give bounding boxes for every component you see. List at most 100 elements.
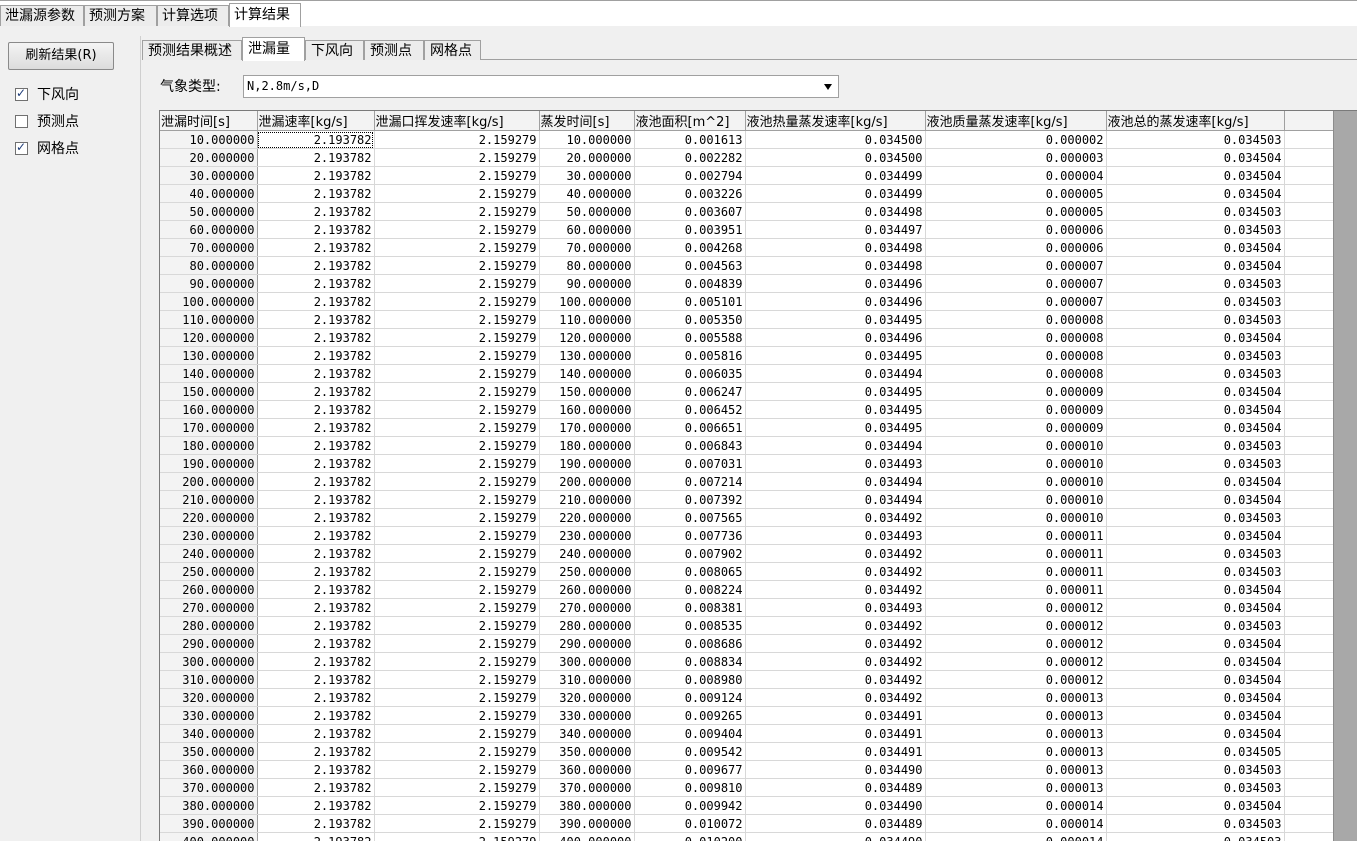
table-cell[interactable]: 0.034492 [745,652,926,671]
table-cell[interactable]: 0.009542 [634,742,746,761]
table-cell[interactable]: 320.000000 [539,688,635,707]
table-row[interactable]: 360.000000 2.193782 2.159279 360.000000 0.00… [160,760,1338,779]
tab-prediction-points[interactable]: 预测点 [364,40,424,60]
table-cell[interactable]: 2.193782 [257,274,375,293]
table-cell[interactable]: 2.159279 [374,814,540,833]
row-header-cell[interactable]: 390.000000 [160,814,258,833]
table-cell[interactable]: 0.034490 [745,832,926,841]
table-cell[interactable]: 0.000014 [925,814,1107,833]
table-cell[interactable]: 0.000011 [925,562,1107,581]
table-cell[interactable]: 0.000013 [925,706,1107,725]
table-cell[interactable]: 0.006035 [634,364,746,383]
table-cell[interactable]: 2.159279 [374,328,540,347]
table-cell[interactable]: 0.002282 [634,148,746,167]
tab-calc-options[interactable]: 计算选项 [157,5,229,26]
table-cell[interactable]: 2.159279 [374,400,540,419]
table-cell[interactable]: 2.193782 [257,364,375,383]
table-row[interactable]: 230.000000 2.193782 2.159279 230.000000 0.00… [160,526,1338,545]
table-cell[interactable]: 0.034503 [1106,202,1285,221]
table-cell[interactable]: 0.000014 [925,796,1107,815]
table-cell[interactable]: 390.000000 [539,814,635,833]
table-cell[interactable]: 2.159279 [374,436,540,455]
table-cell[interactable]: 0.000008 [925,310,1107,329]
row-header-cell[interactable]: 240.000000 [160,544,258,563]
table-cell[interactable]: 0.034503 [1106,436,1285,455]
table-cell[interactable]: 2.193782 [257,184,375,203]
table-cell[interactable]: 90.000000 [539,274,635,293]
row-header-cell[interactable]: 140.000000 [160,364,258,383]
table-cell[interactable]: 0.034496 [745,274,926,293]
table-cell[interactable]: 0.034492 [745,634,926,653]
table-cell[interactable]: 0.000013 [925,688,1107,707]
table-cell[interactable]: 230.000000 [539,526,635,545]
table-cell[interactable]: 0.008065 [634,562,746,581]
table-cell[interactable]: 2.159279 [374,508,540,527]
table-cell[interactable]: 2.159279 [374,562,540,581]
table-cell[interactable]: 0.034495 [745,418,926,437]
grid-point-checkbox-row[interactable]: ✓ 网格点 [15,139,79,157]
table-cell[interactable]: 2.159279 [374,796,540,815]
table-cell[interactable]: 0.034504 [1106,184,1285,203]
table-cell[interactable]: 160.000000 [539,400,635,419]
table-cell[interactable]: 2.159279 [374,166,540,185]
table-cell[interactable]: 0.034496 [745,292,926,311]
table-cell[interactable]: 340.000000 [539,724,635,743]
table-cell[interactable]: 0.034504 [1106,418,1285,437]
table-row[interactable]: 30.000000 2.193782 2.159279 30.000000 0.0027… [160,166,1338,185]
row-header-cell[interactable]: 20.000000 [160,148,258,167]
table-cell[interactable]: 0.034504 [1106,472,1285,491]
row-header-cell[interactable]: 80.000000 [160,256,258,275]
table-cell[interactable]: 0.034504 [1106,238,1285,257]
table-cell[interactable]: 0.003607 [634,202,746,221]
table-row[interactable]: 80.000000 2.193782 2.159279 80.000000 0.0045… [160,256,1338,275]
table-cell[interactable]: 0.034504 [1106,598,1285,617]
table-cell[interactable]: 0.034490 [745,760,926,779]
row-header-cell[interactable]: 360.000000 [160,760,258,779]
table-cell[interactable]: 0.034504 [1106,382,1285,401]
table-cell[interactable]: 2.159279 [374,706,540,725]
table-cell[interactable]: 0.009265 [634,706,746,725]
row-header-cell[interactable]: 310.000000 [160,670,258,689]
tab-leak-amount[interactable]: 泄漏量 [242,37,305,61]
row-header-cell[interactable]: 110.000000 [160,310,258,329]
table-cell[interactable]: 0.034503 [1106,364,1285,383]
table-cell[interactable]: 2.193782 [257,616,375,635]
table-cell[interactable]: 2.193782 [257,220,375,239]
table-row[interactable]: 10.000000 2.193782 2.159279 10.000000 0.0016… [160,130,1338,149]
table-cell[interactable]: 140.000000 [539,364,635,383]
table-cell[interactable]: 0.000011 [925,544,1107,563]
table-cell[interactable]: 370.000000 [539,778,635,797]
table-row[interactable]: 340.000000 2.193782 2.159279 340.000000 0.00… [160,724,1338,743]
table-cell[interactable]: 280.000000 [539,616,635,635]
table-cell[interactable]: 2.159279 [374,454,540,473]
table-row[interactable]: 280.000000 2.193782 2.159279 280.000000 0.00… [160,616,1338,635]
table-cell[interactable]: 0.000008 [925,328,1107,347]
table-cell[interactable]: 0.003951 [634,220,746,239]
table-cell[interactable]: 0.034504 [1106,688,1285,707]
row-header-cell[interactable]: 370.000000 [160,778,258,797]
table-cell[interactable]: 0.034503 [1106,832,1285,841]
col-header-pool-mass-evap-rate[interactable]: 液池质量蒸发速率[kg/s] [925,111,1107,131]
table-cell[interactable]: 2.193782 [257,652,375,671]
table-cell[interactable]: 0.000012 [925,598,1107,617]
table-cell[interactable]: 0.034504 [1106,796,1285,815]
downwind-checkbox-row[interactable]: ✓ 下风向 [15,85,79,103]
table-cell[interactable]: 2.159279 [374,472,540,491]
row-header-cell[interactable]: 340.000000 [160,724,258,743]
table-cell[interactable]: 0.000006 [925,238,1107,257]
table-cell[interactable]: 0.000013 [925,742,1107,761]
table-cell[interactable]: 2.193782 [257,760,375,779]
row-header-cell[interactable]: 40.000000 [160,184,258,203]
table-cell[interactable]: 0.000003 [925,148,1107,167]
table-cell[interactable]: 2.159279 [374,256,540,275]
table-row[interactable]: 180.000000 2.193782 2.159279 180.000000 0.00… [160,436,1338,455]
table-cell[interactable]: 0.000005 [925,184,1107,203]
table-row[interactable]: 110.000000 2.193782 2.159279 110.000000 0.00… [160,310,1338,329]
table-cell[interactable]: 0.034494 [745,490,926,509]
row-header-cell[interactable]: 220.000000 [160,508,258,527]
table-cell[interactable]: 0.034505 [1106,742,1285,761]
table-cell[interactable]: 0.034503 [1106,544,1285,563]
table-cell[interactable]: 0.004563 [634,256,746,275]
table-cell[interactable]: 0.034504 [1106,166,1285,185]
table-row[interactable]: 150.000000 2.193782 2.159279 150.000000 0.00… [160,382,1338,401]
